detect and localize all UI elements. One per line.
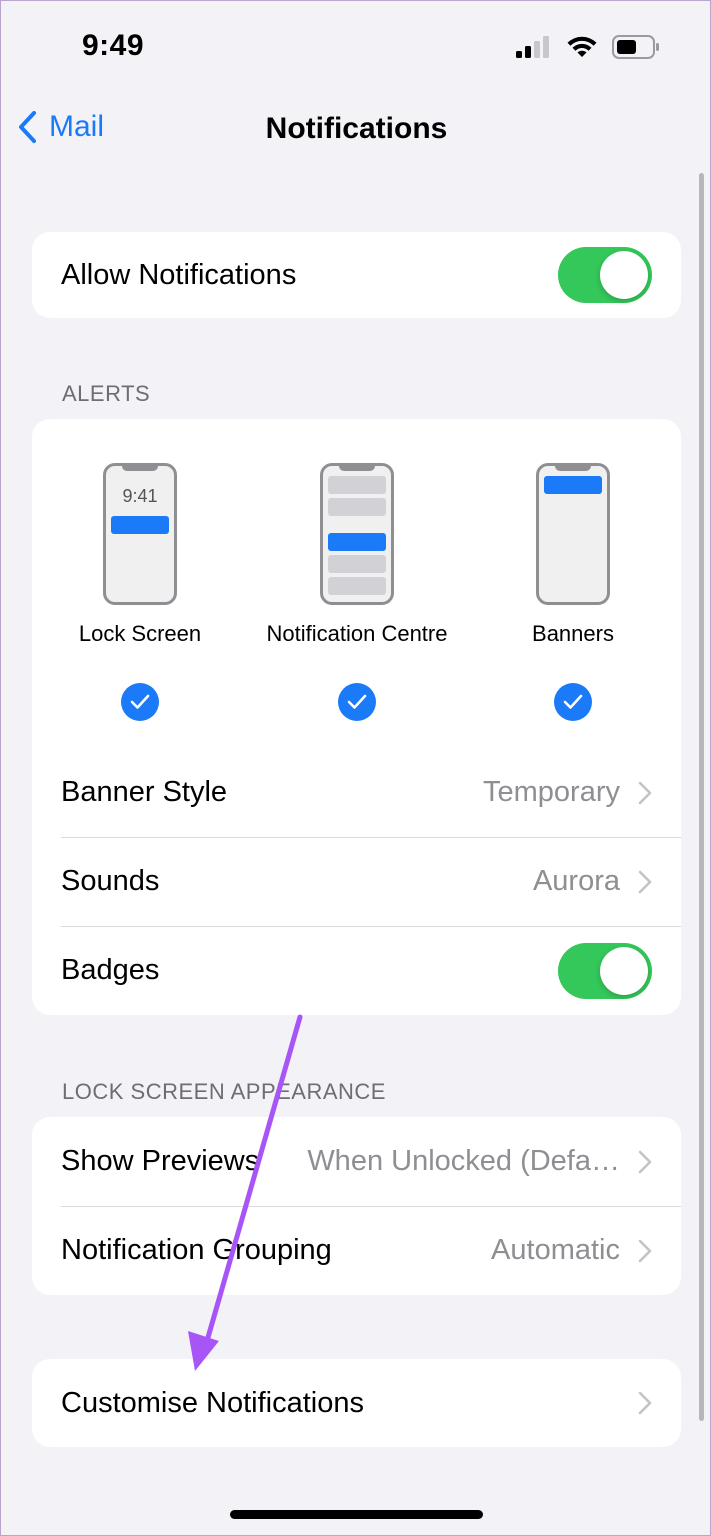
alert-option-notification-centre[interactable]: Notification Centre [247,419,467,721]
customise-notifications-label: Customise Notifications [61,1386,364,1419]
lock-screen-appearance-header: LOCK SCREEN APPEARANCE [62,1079,386,1104]
toggle-knob [600,251,648,299]
sounds-label: Sounds [61,865,160,897]
customise-notifications-card: Customise Notifications [32,1359,681,1447]
alert-style-options: 9:41 Lock Screen Notification Centre Ban… [32,419,681,748]
banner-style-label: Banner Style [61,776,228,808]
scroll-indicator[interactable] [699,173,704,1421]
badges-toggle[interactable] [558,942,652,999]
badges-row: Badges [32,926,681,1015]
allow-notifications-row: Allow Notifications [32,232,681,318]
banners-checkmark-icon[interactable] [554,683,592,721]
alert-option-banners[interactable]: Banners [463,419,681,721]
badges-label: Badges [61,954,160,986]
chevron-right-icon [638,1239,652,1262]
alerts-card: 9:41 Lock Screen Notification Centre Ban… [32,419,681,1015]
alert-option-label: Lock Screen [78,621,202,646]
alert-option-lock-screen[interactable]: 9:41 Lock Screen [32,419,250,721]
banners-phone-icon [536,463,610,605]
page-title: Notifications [265,112,448,145]
show-previews-label: Show Previews [61,1145,260,1177]
sounds-value: Aurora [532,865,620,897]
status-icons [516,35,660,59]
show-previews-row[interactable]: Show Previews When Unlocked (Defa… [32,1117,681,1206]
lock-screen-appearance-card: Show Previews When Unlocked (Defa… Notif… [32,1117,681,1295]
customise-notifications-row[interactable]: Customise Notifications [32,1359,681,1447]
banner-style-value: Temporary [483,776,620,808]
chevron-right-icon [638,1150,652,1173]
sounds-row[interactable]: Sounds Aurora [32,837,681,926]
allow-notifications-label: Allow Notifications [61,258,297,291]
alert-option-label: Banners [532,621,614,646]
cellular-signal-icon [516,36,549,58]
lock-screen-checkmark-icon[interactable] [121,683,159,721]
home-indicator[interactable] [230,1510,483,1519]
banner-style-row[interactable]: Banner Style Temporary [32,748,681,837]
alerts-section-header: ALERTS [62,381,151,406]
lock-screen-phone-icon: 9:41 [103,463,177,605]
wifi-icon [567,36,597,57]
notification-grouping-row[interactable]: Notification Grouping Automatic [32,1206,681,1295]
battery-icon [612,35,659,59]
navigation-bar: Mail Notifications [1,96,711,166]
notification-centre-phone-icon [320,463,394,605]
notification-grouping-value: Automatic [491,1234,620,1266]
notification-grouping-label: Notification Grouping [61,1234,332,1266]
chevron-right-icon [638,1391,652,1415]
allow-notifications-toggle[interactable] [558,247,652,303]
chevron-right-icon [638,781,652,804]
allow-notifications-card: Allow Notifications [32,232,681,318]
lock-screen-preview-time: 9:41 [122,486,158,506]
status-bar: 9:49 [1,1,711,96]
status-time: 9:49 [82,29,145,62]
notification-centre-checkmark-icon[interactable] [338,683,376,721]
alert-option-label: Notification Centre [266,621,448,646]
chevron-right-icon [638,870,652,893]
toggle-knob [600,946,648,995]
show-previews-value: When Unlocked (Defa… [307,1145,620,1177]
